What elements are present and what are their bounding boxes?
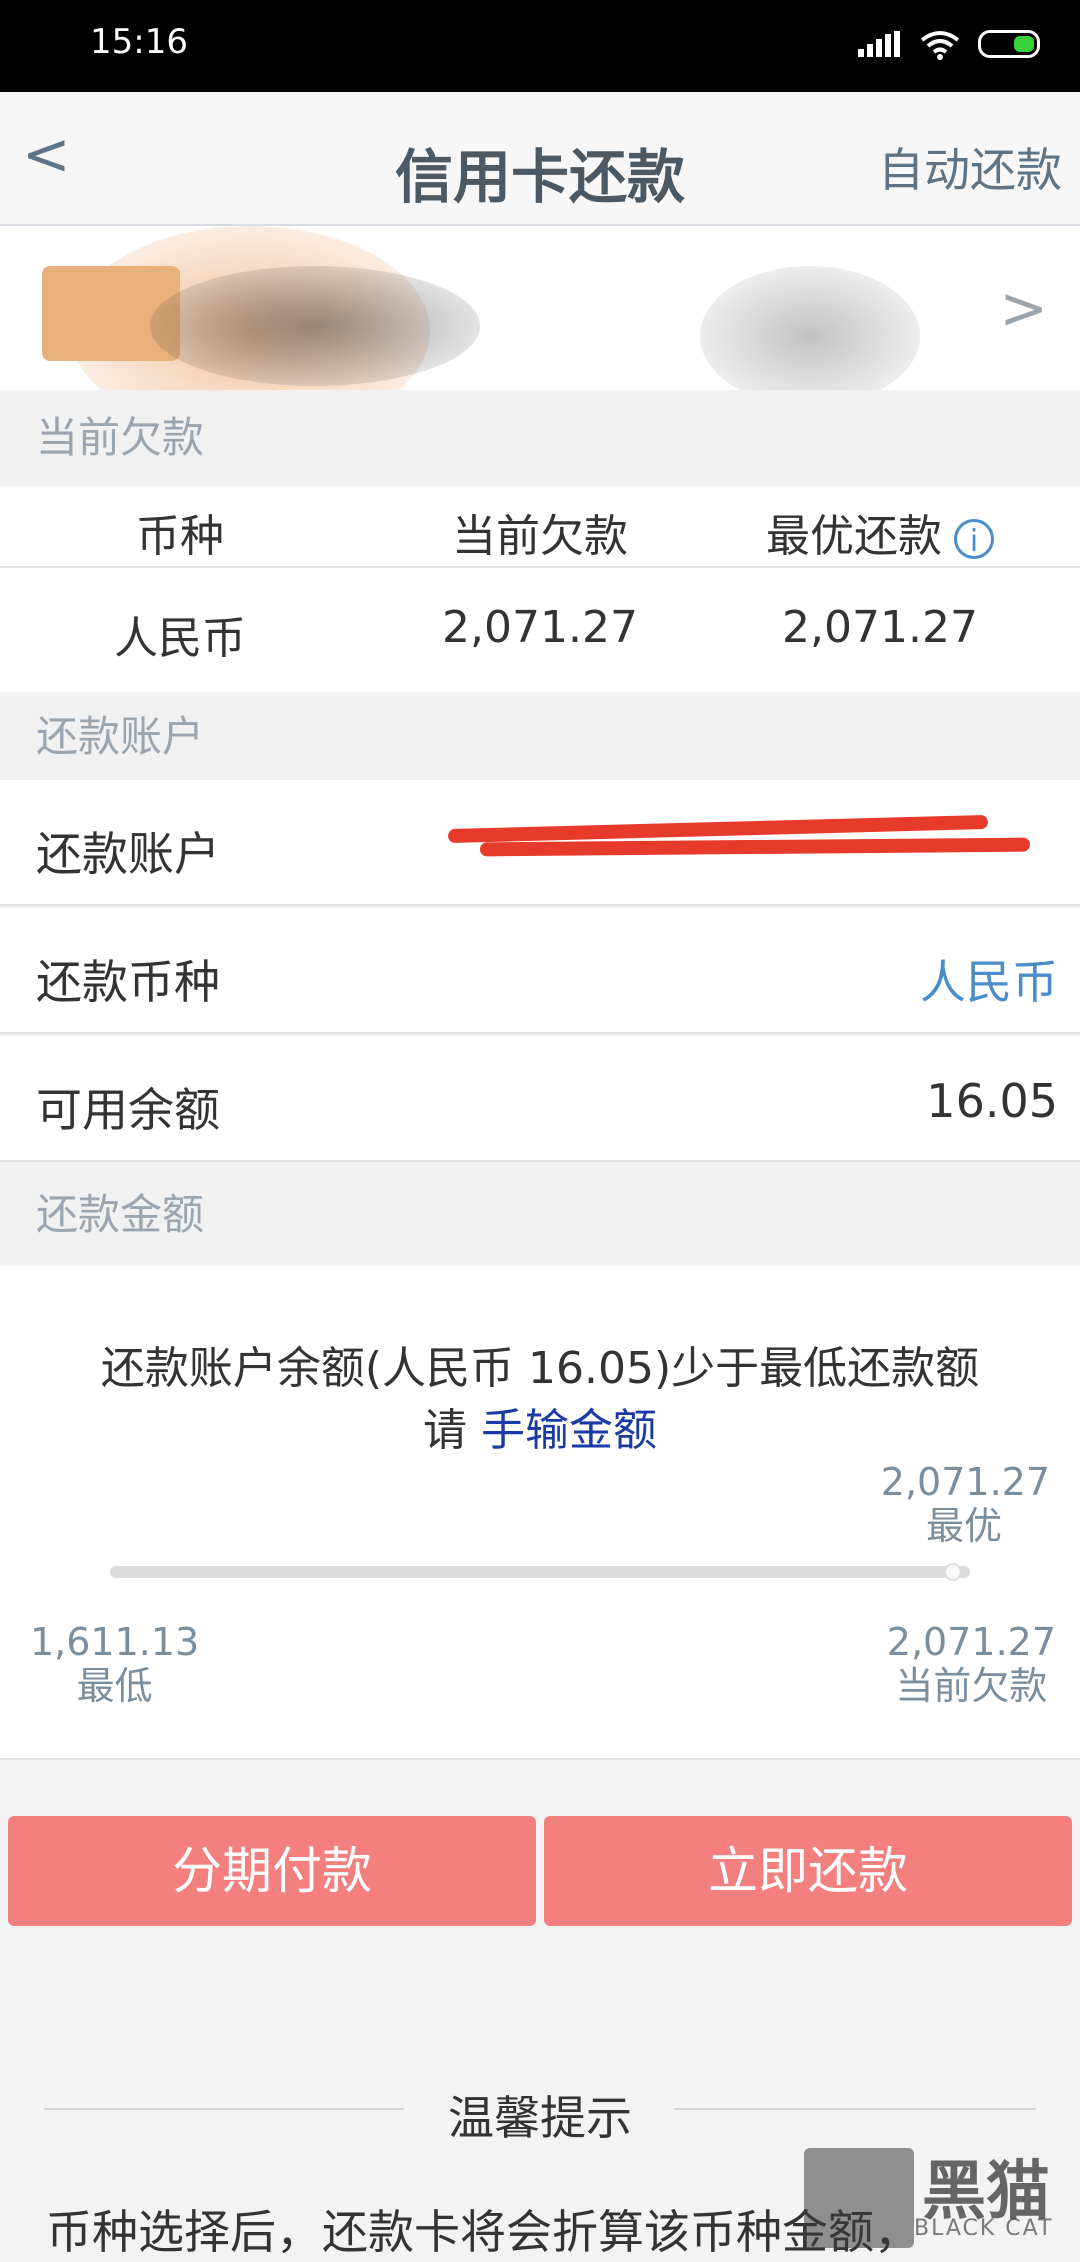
- balance-value: 16.05: [926, 1074, 1058, 1128]
- installment-button[interactable]: 分期付款: [8, 1816, 536, 1926]
- column-header-currency: 币种: [136, 511, 224, 562]
- status-bar: 15:16: [0, 0, 1080, 92]
- status-icons: [858, 28, 1040, 60]
- watermark-sub: BLACK CAT: [914, 2216, 1054, 2241]
- info-icon[interactable]: i: [954, 519, 994, 559]
- battery-icon: [978, 30, 1040, 58]
- currency-value[interactable]: 人民币: [920, 946, 1058, 1012]
- slider-optimal-marker: 2,071.27 最优: [881, 1460, 1050, 1548]
- auto-repay-button[interactable]: 自动还款: [878, 134, 1062, 200]
- status-time: 15:16: [90, 22, 188, 62]
- slider-optimal-value: 2,071.27: [880, 1460, 1050, 1504]
- wifi-icon: [920, 31, 960, 60]
- column-header-current-debt: 当前欠款: [452, 511, 628, 562]
- tips-text: 币种选择后，还款卡将会折算该币种金额，: [46, 2205, 920, 2259]
- balance-label: 可用余额: [36, 1083, 220, 1137]
- slider-current-value: 2,071.27: [886, 1620, 1056, 1664]
- slider-min-label: 最低: [76, 1664, 153, 1708]
- redaction-blur: [150, 266, 480, 386]
- balance-row: 可用余额 16.05: [0, 1036, 1080, 1162]
- chevron-right-icon[interactable]: >: [999, 274, 1048, 342]
- debt-optimal-amount: 2,071.27: [782, 602, 978, 653]
- insufficient-balance-message: 还款账户余额(人民币 16.05)少于最低还款额: [100, 1343, 980, 1394]
- signal-icon: [858, 31, 902, 57]
- account-label: 还款账户: [36, 827, 220, 881]
- slider-current-marker: 2,071.27 当前欠款: [887, 1620, 1056, 1708]
- card-selector[interactable]: >: [0, 226, 1080, 436]
- amount-slider-track[interactable]: [110, 1566, 970, 1578]
- account-row[interactable]: 还款账户: [0, 780, 1080, 906]
- watermark-logo: 黑猫 BLACK CAT: [804, 2128, 1074, 2248]
- manual-prompt-prefix: 请: [423, 1405, 467, 1456]
- slider-current-label: 当前欠款: [895, 1664, 1048, 1708]
- column-header-optimal-label: 最优还款: [766, 511, 942, 562]
- slider-min-value: 1,611.13: [30, 1620, 200, 1664]
- debt-currency: 人民币: [114, 613, 246, 664]
- currency-label: 还款币种: [36, 955, 220, 1009]
- section-header-account: 还款账户: [0, 694, 1080, 780]
- amount-panel: 还款账户余额(人民币 16.05)少于最低还款额 请 手输金额 2,071.27…: [0, 1266, 1080, 1760]
- debt-table-header: 币种 当前欠款 最优还款 i: [0, 486, 1080, 568]
- pay-now-button[interactable]: 立即还款: [544, 1816, 1072, 1926]
- debt-table-row: 人民币 2,071.27 2,071.27: [0, 568, 1080, 692]
- section-header-debt: 当前欠款: [0, 390, 1080, 486]
- slider-min-marker: 1,611.13 最低: [30, 1620, 199, 1708]
- currency-row[interactable]: 还款币种 人民币: [0, 908, 1080, 1034]
- debt-current-amount: 2,071.27: [442, 602, 638, 653]
- amount-slider-thumb[interactable]: [943, 1563, 962, 1581]
- redaction-scribble: [479, 837, 1031, 857]
- column-header-optimal: 最优还款 i: [740, 500, 1020, 564]
- manual-amount-link[interactable]: 手输金额: [481, 1405, 657, 1456]
- manual-input-prompt: 请 手输金额: [0, 1394, 1080, 1458]
- cat-logo-icon: [804, 2148, 914, 2248]
- redaction-blur: [700, 266, 920, 406]
- slider-optimal-label: 最优: [925, 1504, 1002, 1548]
- section-header-amount: 还款金额: [0, 1164, 1080, 1266]
- nav-bar: < 信用卡还款 自动还款: [0, 92, 1080, 226]
